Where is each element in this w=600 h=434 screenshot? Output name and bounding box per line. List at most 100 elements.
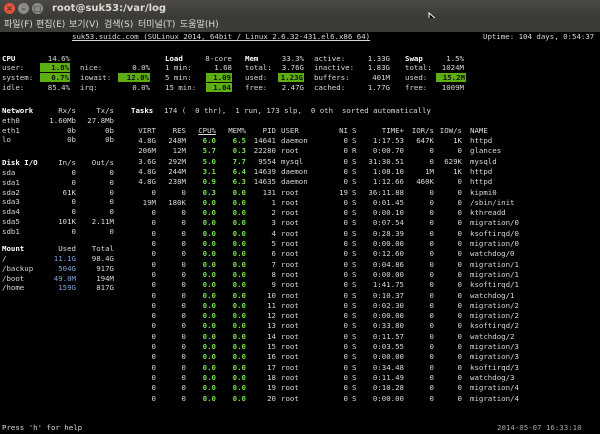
- process-user: root: [281, 218, 299, 228]
- process-cpu: 0.0: [202, 239, 216, 248]
- process-time: 0:07.54: [372, 218, 404, 228]
- process-iow: 0: [457, 300, 462, 310]
- process-ior: 0: [429, 269, 434, 279]
- process-user: mysql: [281, 156, 304, 166]
- process-user: root: [281, 311, 299, 321]
- process-user: root: [281, 352, 299, 362]
- process-mem: 0.0: [232, 249, 246, 259]
- process-name: migration/2: [470, 300, 519, 310]
- process-time: 1:12.66: [372, 177, 404, 187]
- terminal-screen[interactable]: suk53.suidc.com (SULinux 2014, 64bit / L…: [0, 32, 600, 434]
- process-name: watchdog/3: [470, 372, 515, 382]
- process-column-header-time: TIME+: [381, 126, 404, 135]
- process-name: migration/0: [470, 239, 519, 248]
- process-res: 0: [181, 311, 186, 321]
- process-res: 0: [181, 321, 186, 331]
- process-state: S: [352, 249, 357, 259]
- process-res: 0: [181, 290, 186, 300]
- process-time: 0:28.39: [372, 228, 404, 238]
- process-column-header-user: USER: [281, 126, 299, 135]
- process-virt: 0: [151, 187, 156, 197]
- title-bar[interactable]: × – □ root@suk53:/var/log: [0, 0, 600, 26]
- process-name: watchdog/1: [470, 290, 515, 300]
- process-res: 0: [181, 259, 186, 269]
- process-user: daemon: [281, 166, 308, 176]
- process-ni: 0: [343, 331, 348, 341]
- process-ni: 0: [343, 156, 348, 166]
- process-cpu: 0.0: [202, 300, 216, 310]
- process-ni: 0: [343, 166, 348, 176]
- maximize-window-button[interactable]: □: [32, 3, 43, 14]
- swap-used-value: 15.2M: [436, 73, 466, 82]
- process-ni: 19: [339, 187, 348, 197]
- process-mem: 0.0: [232, 259, 246, 269]
- menu-view[interactable]: 보기(V): [69, 18, 99, 32]
- process-user: root: [281, 393, 299, 403]
- load-5min-value: 1.09: [206, 73, 232, 82]
- process-iow: 0: [457, 311, 462, 321]
- process-user: root: [281, 208, 299, 218]
- menu-help[interactable]: 도움말(H): [180, 18, 219, 32]
- process-ior: 460K: [416, 177, 434, 187]
- process-state: S: [352, 166, 357, 176]
- process-iow: 0: [457, 342, 462, 351]
- disk-name: sdb1: [2, 226, 20, 236]
- process-user: root: [281, 280, 299, 290]
- network-rx-value: 0b: [67, 135, 76, 144]
- process-res: 244M: [168, 166, 186, 176]
- mount-used-value: 11.1G: [53, 254, 76, 263]
- menu-terminal[interactable]: 터미널(T): [138, 18, 175, 32]
- process-time: 0:00.00: [372, 352, 404, 362]
- process-name: ksoftirqd/3: [470, 362, 519, 372]
- menu-edit[interactable]: 편집(E): [36, 18, 65, 32]
- process-cpu: 0.3: [202, 187, 216, 197]
- close-window-button[interactable]: ×: [4, 3, 15, 14]
- process-pid: 3: [271, 218, 276, 228]
- mount-point: /: [2, 254, 7, 263]
- process-mem: 0.0: [232, 372, 246, 382]
- mem-buffers-label: buffers:: [314, 73, 350, 82]
- process-mem: 6.5: [232, 136, 246, 145]
- process-ior: 0: [429, 311, 434, 321]
- process-ior: 0: [429, 393, 434, 403]
- process-ni: 0: [343, 311, 348, 321]
- swap-percent: 1.5%: [446, 54, 464, 63]
- process-iow: 0: [457, 362, 462, 372]
- process-user: root: [281, 269, 299, 279]
- menu-bar: 파일(F) 편집(E) 보기(V) 검색(S) 터미널(T) 도움말(H): [0, 18, 600, 32]
- process-virt: 0: [151, 228, 156, 238]
- process-name: httpd: [470, 136, 493, 145]
- process-user: root: [281, 300, 299, 310]
- process-ior: 0: [429, 156, 434, 166]
- process-ni: 0: [343, 342, 348, 351]
- swap-used-label: used:: [405, 73, 428, 82]
- minimize-window-button[interactable]: –: [18, 3, 29, 14]
- process-ior: 0: [429, 362, 434, 372]
- process-cpu: 6.0: [202, 136, 216, 145]
- process-pid: 12: [267, 311, 276, 321]
- menu-search[interactable]: 검색(S): [104, 18, 133, 32]
- process-ior: 0: [429, 218, 434, 228]
- process-res: 292M: [168, 156, 186, 166]
- process-time: 0:34.48: [372, 362, 404, 372]
- mount-total-value: 817G: [96, 283, 114, 293]
- process-ni: 0: [343, 239, 348, 248]
- process-ni: 0: [343, 372, 348, 382]
- process-cpu: 0.0: [202, 321, 216, 331]
- network-rx-value: 0b: [67, 125, 76, 135]
- process-iow: 0: [457, 197, 462, 207]
- process-virt: 0: [151, 311, 156, 321]
- process-mem: 0.0: [232, 331, 246, 341]
- terminal-window: × – □ root@suk53:/var/log 파일(F) 편집(E) 보기…: [0, 0, 600, 434]
- menu-file[interactable]: 파일(F): [4, 18, 33, 32]
- mem-active-value: 1.33G: [367, 54, 390, 63]
- process-pid: 22280: [253, 146, 276, 156]
- process-cpu: 0.0: [202, 290, 216, 300]
- process-cpu: 0.0: [202, 208, 216, 218]
- process-res: 0: [181, 352, 186, 362]
- process-ni: 0: [343, 393, 348, 403]
- process-res: 0: [181, 393, 186, 403]
- process-ni: 0: [343, 280, 348, 290]
- process-state: S: [352, 383, 357, 393]
- load-15min-value: 1.04: [206, 83, 232, 92]
